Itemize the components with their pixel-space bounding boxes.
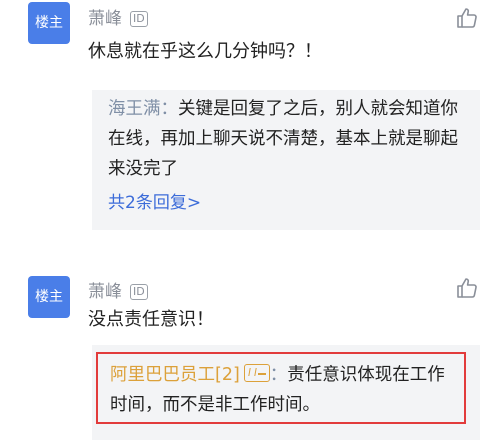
username[interactable]: 萧峰 ID bbox=[88, 277, 148, 302]
reply-separator: ： bbox=[269, 365, 288, 385]
comment-text: 休息就在乎这么几分钟吗？！ bbox=[88, 41, 322, 62]
reply-separator: ： bbox=[160, 99, 179, 119]
op-badge-avatar[interactable]: 楼主 bbox=[28, 2, 70, 44]
username-text[interactable]: 萧峰 bbox=[88, 9, 122, 29]
highlighted-reply: 阿里巴巴员工[2] ：责任意识体现在工作时间，而不是非工作时间。 bbox=[96, 352, 466, 424]
vip-card-icon bbox=[243, 364, 270, 382]
username-text[interactable]: 萧峰 bbox=[88, 282, 122, 302]
op-badge-avatar[interactable]: 楼主 bbox=[28, 276, 70, 318]
id-badge: ID bbox=[130, 284, 148, 300]
more-replies-link[interactable]: 共2条回复> bbox=[108, 188, 201, 213]
thumbs-up-icon[interactable] bbox=[455, 276, 479, 300]
reply-box: 海王满：关键是回复了之后，别人就会知道你在线，再加上聊天说不清楚，基本上就是聊起… bbox=[92, 90, 480, 230]
username[interactable]: 萧峰 ID bbox=[88, 4, 148, 29]
reply-author[interactable]: 阿里巴巴员工[2] bbox=[110, 365, 240, 385]
reply-item[interactable]: 阿里巴巴员工[2] ：责任意识体现在工作时间，而不是非工作时间。 bbox=[110, 360, 454, 420]
reply-item[interactable]: 海王满：关键是回复了之后，别人就会知道你在线，再加上聊天说不清楚，基本上就是聊起… bbox=[108, 94, 468, 184]
thumbs-up-icon[interactable] bbox=[455, 6, 479, 30]
id-badge: ID bbox=[130, 11, 148, 27]
reply-author[interactable]: 海王满 bbox=[108, 99, 161, 119]
comment-text: 没点责任意识！ bbox=[88, 309, 214, 330]
